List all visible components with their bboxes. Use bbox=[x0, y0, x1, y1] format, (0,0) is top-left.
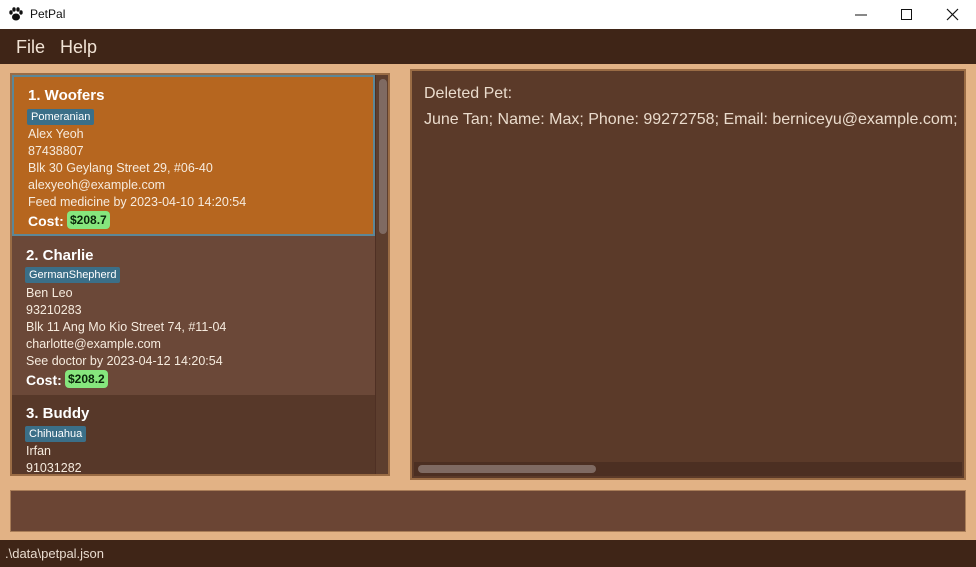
reminder: See doctor by 2023-04-12 14:20:54 bbox=[26, 354, 223, 368]
phone: 87438807 bbox=[28, 144, 84, 158]
email: alexyeoh@example.com bbox=[28, 178, 166, 192]
owner-name: Alex Yeoh bbox=[28, 127, 84, 141]
cost-badge: $208.7 bbox=[67, 211, 110, 229]
result-hscrollbar[interactable] bbox=[414, 462, 962, 476]
minimize-icon bbox=[855, 14, 867, 16]
menu-help[interactable]: Help bbox=[60, 37, 97, 58]
minimize-button[interactable] bbox=[838, 0, 884, 29]
maximize-icon bbox=[901, 9, 912, 20]
maximize-button[interactable] bbox=[884, 0, 930, 29]
pet-card[interactable]: 3. Buddy Chihuahua Irfan 91031282 bbox=[12, 395, 375, 475]
pet-name: 3. Buddy bbox=[26, 405, 90, 422]
close-icon bbox=[946, 8, 959, 21]
result-detail: June Tan; Name: Max; Phone: 99272758; Em… bbox=[424, 111, 958, 128]
owner-name: Ben Leo bbox=[26, 286, 73, 300]
menu-bar: File Help bbox=[0, 29, 976, 64]
data-file-path: .\data\petpal.json bbox=[5, 546, 105, 561]
phone: 93210283 bbox=[26, 303, 82, 317]
result-heading: Deleted Pet: bbox=[424, 85, 513, 102]
pet-card[interactable]: 2. Charlie GermanShepherd Ben Leo 932102… bbox=[12, 236, 375, 395]
result-hscroll-thumb[interactable] bbox=[418, 465, 596, 473]
owner-name: Irfan bbox=[26, 444, 52, 458]
menu-file[interactable]: File bbox=[16, 37, 45, 58]
breed-tag: Chihuahua bbox=[25, 426, 87, 442]
result-display: Deleted Pet: June Tan; Name: Max; Phone:… bbox=[410, 69, 966, 480]
status-bar: .\data\petpal.json bbox=[0, 540, 976, 567]
result-text: Deleted Pet: June Tan; Name: Max; Phone:… bbox=[424, 81, 964, 133]
cost-label: Cost: bbox=[26, 372, 62, 388]
cost-badge: $208.2 bbox=[65, 370, 108, 388]
paw-icon bbox=[8, 6, 24, 22]
email: charlotte@example.com bbox=[26, 337, 161, 351]
pet-list-panel: 1. Woofers Pomeranian Alex Yeoh 87438807… bbox=[10, 73, 390, 476]
reminder: Feed medicine by 2023-04-10 14:20:54 bbox=[28, 195, 247, 209]
phone: 91031282 bbox=[26, 461, 82, 475]
window-title: PetPal bbox=[30, 7, 66, 21]
pet-name: 1. Woofers bbox=[28, 87, 105, 104]
list-scroll-thumb[interactable] bbox=[379, 79, 387, 234]
command-input[interactable] bbox=[10, 490, 966, 532]
cost-label: Cost: bbox=[28, 213, 64, 229]
title-bar: PetPal bbox=[0, 0, 976, 29]
address: Blk 11 Ang Mo Kio Street 74, #11-04 bbox=[26, 320, 227, 334]
address: Blk 30 Geylang Street 29, #06-40 bbox=[28, 161, 213, 175]
list-scrollbar[interactable] bbox=[376, 75, 388, 474]
pet-name: 2. Charlie bbox=[26, 247, 94, 264]
breed-tag: Pomeranian bbox=[27, 109, 95, 125]
pet-card[interactable]: 1. Woofers Pomeranian Alex Yeoh 87438807… bbox=[12, 75, 375, 236]
breed-tag: GermanShepherd bbox=[25, 267, 121, 283]
close-button[interactable] bbox=[930, 0, 976, 29]
